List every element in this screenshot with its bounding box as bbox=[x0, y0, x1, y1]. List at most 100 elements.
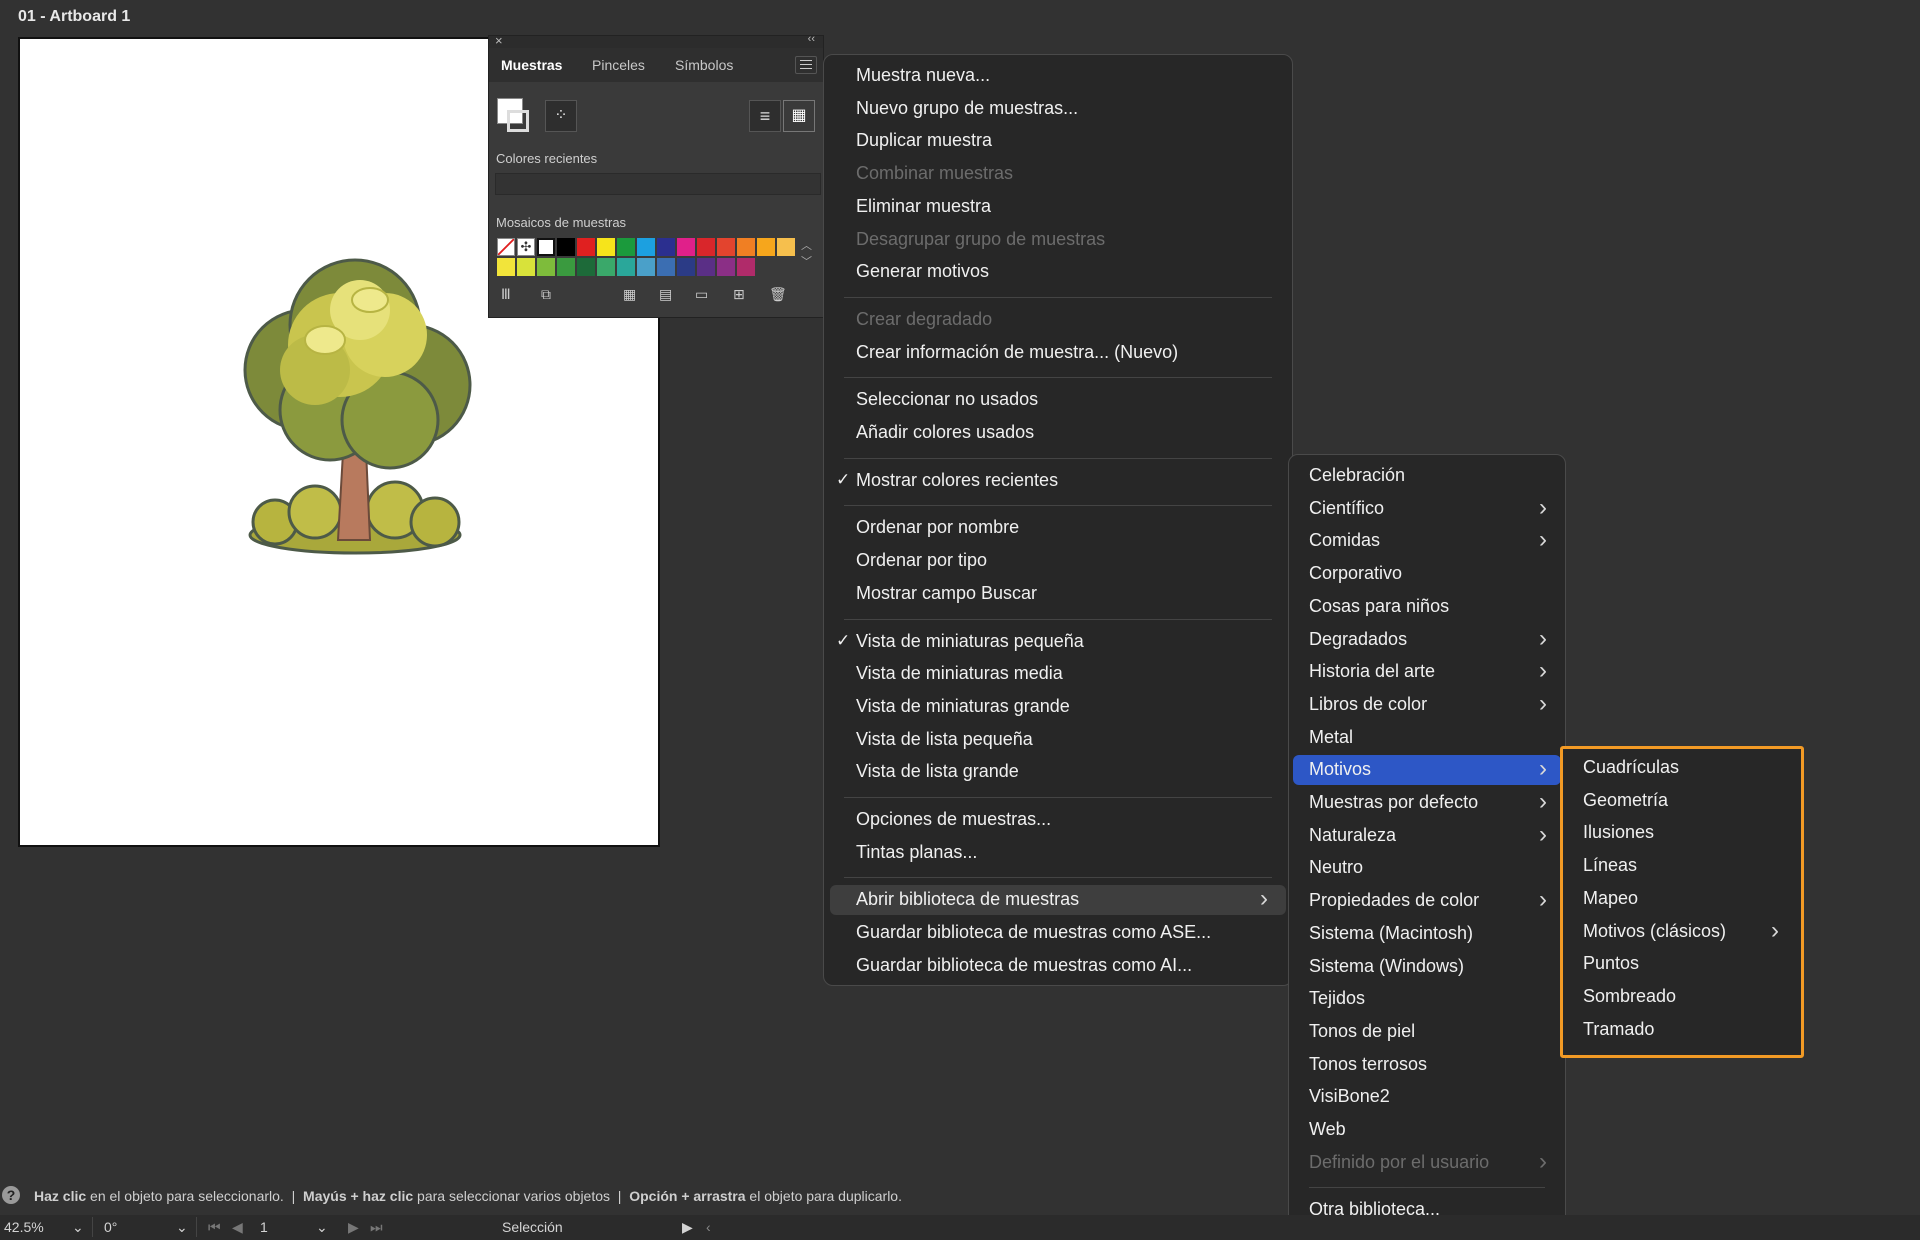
swatch-tile[interactable] bbox=[677, 258, 695, 276]
new-group-icon[interactable]: ▭ bbox=[695, 286, 708, 303]
swatch-tile[interactable] bbox=[557, 258, 575, 276]
menu-item-label: Propiedades de color bbox=[1309, 890, 1480, 911]
grid-view-icon[interactable]: ▦ bbox=[783, 100, 815, 132]
collapse-icon[interactable]: ‹‹ bbox=[808, 33, 815, 45]
list-view-icon[interactable]: ≡ bbox=[749, 100, 781, 132]
menu-separator bbox=[844, 457, 1272, 459]
prev-artboard-icon[interactable]: ◀ bbox=[232, 1219, 243, 1236]
menu-item-label: Geometría bbox=[1583, 789, 1669, 810]
menu-item-label: Motivos bbox=[1309, 759, 1372, 780]
swatch-options-icon[interactable]: ▤ bbox=[659, 286, 672, 303]
swatch-tile[interactable] bbox=[737, 238, 755, 256]
swatch-tile[interactable] bbox=[517, 258, 535, 276]
close-icon[interactable]: × bbox=[495, 33, 503, 48]
chevron-right-icon: › bbox=[1260, 885, 1268, 913]
tab-brushes[interactable]: Pinceles bbox=[592, 57, 645, 73]
recent-colors-label: Colores recientes bbox=[496, 151, 598, 166]
swatch-tile[interactable] bbox=[597, 238, 615, 256]
menu-separator bbox=[844, 618, 1272, 620]
menu-item-label: Desagrupar grupo de muestras bbox=[856, 228, 1106, 249]
library-icon[interactable]: Ⅲ bbox=[501, 286, 511, 303]
chevron-right-icon: › bbox=[1539, 689, 1547, 717]
last-artboard-icon[interactable]: ⏭ bbox=[370, 1219, 383, 1236]
swatch-tile[interactable] bbox=[737, 258, 755, 276]
menu-item-label: Neutro bbox=[1309, 857, 1364, 878]
swatch-grid: ✣ bbox=[497, 238, 797, 278]
swatch-registration[interactable]: ✣ bbox=[517, 238, 535, 256]
swatch-tile[interactable] bbox=[537, 258, 555, 276]
menu-item-label: Mostrar colores recientes bbox=[856, 469, 1059, 490]
swatch-tile[interactable] bbox=[577, 238, 595, 256]
pattern-icon[interactable]: ⁘ bbox=[545, 100, 577, 132]
artboard-number[interactable]: 1 bbox=[260, 1219, 268, 1235]
menu-separator bbox=[844, 296, 1272, 298]
swatch-white[interactable] bbox=[537, 238, 555, 256]
swatch-tile[interactable] bbox=[757, 238, 775, 256]
next-artboard-icon[interactable]: ▶ bbox=[348, 1219, 359, 1236]
swatch-tile[interactable] bbox=[777, 238, 795, 256]
swatch-tile[interactable] bbox=[657, 258, 675, 276]
swatch-tile[interactable] bbox=[637, 238, 655, 256]
menu-item-label: Sistema (Macintosh) bbox=[1309, 922, 1474, 943]
scroll-left-icon[interactable]: ‹ bbox=[706, 1219, 711, 1235]
tab-symbols[interactable]: Símbolos bbox=[675, 57, 733, 73]
swatch-none[interactable] bbox=[497, 238, 515, 256]
menu-item[interactable]: Motivos bbox=[1293, 755, 1561, 786]
trash-icon[interactable]: 🗑 bbox=[769, 286, 787, 303]
menu-item-label: Ordenar por tipo bbox=[856, 550, 988, 571]
menu-item-label: Líneas bbox=[1583, 855, 1638, 876]
swatch-scroll-icon[interactable]: ︿ ﹀ bbox=[801, 238, 812, 270]
menu-item[interactable]: Abrir biblioteca de muestras bbox=[830, 885, 1286, 916]
tree-illustration[interactable] bbox=[220, 250, 490, 560]
panel-menu-icon[interactable] bbox=[795, 56, 817, 74]
help-icon[interactable]: ? bbox=[2, 1186, 20, 1204]
new-swatch-icon[interactable]: ⊞ bbox=[733, 286, 745, 303]
chevron-right-icon: › bbox=[1539, 657, 1547, 685]
swatch-tile[interactable] bbox=[717, 238, 735, 256]
menu-item-label: Tejidos bbox=[1309, 988, 1366, 1009]
swatch-tile[interactable] bbox=[497, 258, 515, 276]
swatch-tile[interactable] bbox=[697, 238, 715, 256]
place-icon[interactable]: ⧉ bbox=[541, 286, 551, 303]
chevron-right-icon: › bbox=[1539, 493, 1547, 521]
menu-separator bbox=[844, 505, 1272, 507]
menu-item-label: Ordenar por nombre bbox=[856, 517, 1020, 538]
rotation-value[interactable]: 0° bbox=[104, 1219, 117, 1235]
zoom-level[interactable]: 42.5% bbox=[4, 1219, 44, 1235]
swatch-tile[interactable] bbox=[637, 258, 655, 276]
swatch-tile[interactable] bbox=[697, 258, 715, 276]
swatch-tile[interactable] bbox=[577, 258, 595, 276]
menu-separator bbox=[844, 877, 1272, 879]
menu-item-label: Definido por el usuario bbox=[1309, 1151, 1490, 1172]
artboard-dropdown-icon[interactable]: ⌄ bbox=[316, 1219, 328, 1236]
menu-item-label: Puntos bbox=[1583, 953, 1640, 974]
checkmark-icon: ✓ bbox=[836, 469, 851, 489]
first-artboard-icon[interactable]: ⏮ bbox=[208, 1219, 221, 1236]
swatch-tile[interactable] bbox=[717, 258, 735, 276]
swatch-tile[interactable] bbox=[557, 238, 575, 256]
swatch-tile[interactable] bbox=[657, 238, 675, 256]
zoom-dropdown-icon[interactable]: ⌄ bbox=[72, 1219, 84, 1236]
menu-item-label: Guardar biblioteca de muestras como ASE.… bbox=[856, 922, 1212, 943]
menu-item-label: Cosas para niños bbox=[1309, 595, 1450, 616]
current-tool: Selección bbox=[502, 1219, 563, 1235]
chevron-right-icon: › bbox=[1539, 526, 1547, 554]
status-bold-3: Opción + arrastra bbox=[629, 1188, 746, 1204]
menu-item-label: Crear información de muestra... (Nuevo) bbox=[856, 341, 1179, 362]
stroke-swatch[interactable] bbox=[507, 110, 529, 132]
status-bar: ? Haz clic en el objeto para seleccionar… bbox=[0, 1182, 1920, 1214]
swatch-tile[interactable] bbox=[617, 238, 635, 256]
rotation-dropdown-icon[interactable]: ⌄ bbox=[176, 1219, 188, 1236]
menu-item-label: Tintas planas... bbox=[856, 841, 978, 862]
tool-menu-icon[interactable]: ▶ bbox=[682, 1219, 693, 1236]
swatch-tile[interactable] bbox=[597, 258, 615, 276]
checkmark-icon: ✓ bbox=[836, 630, 851, 650]
patterns-submenu: Cuadrículas Geometría Ilusiones Líneas Mapeo… bbox=[1560, 746, 1804, 1058]
menu-item-label: Vista de miniaturas pequeña bbox=[856, 630, 1084, 651]
tab-swatches[interactable]: Muestras bbox=[501, 57, 562, 73]
swatch-tile[interactable] bbox=[617, 258, 635, 276]
menu-item-label: Seleccionar no usados bbox=[856, 389, 1039, 410]
menu-item-label: Tramado bbox=[1583, 1018, 1655, 1039]
swatch-kind-icon[interactable]: ▦ bbox=[623, 286, 636, 303]
swatch-tile[interactable] bbox=[677, 238, 695, 256]
